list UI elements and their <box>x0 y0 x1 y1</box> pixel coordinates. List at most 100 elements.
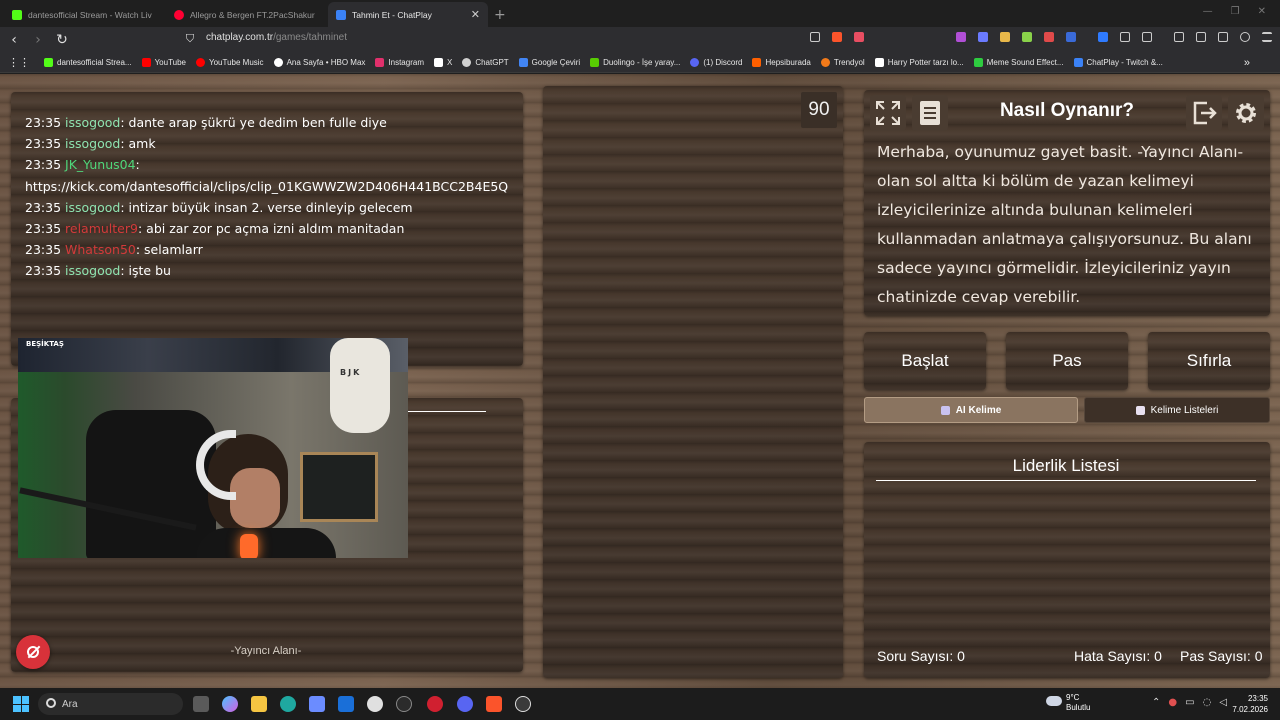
brave-shield-icon[interactable] <box>832 32 842 42</box>
bookmark-hepsiburada[interactable]: Hepsiburada <box>752 58 811 67</box>
task-view-icon[interactable] <box>193 696 209 712</box>
vpn-icon[interactable] <box>1240 32 1250 42</box>
maximize-icon[interactable]: ❐ <box>1231 6 1240 17</box>
store-icon[interactable] <box>309 696 325 712</box>
bookmark-youtube[interactable]: YouTube <box>141 58 186 67</box>
bookmark-icon[interactable]: ⛉ <box>180 32 200 46</box>
question-count: Soru Sayısı: 0 <box>877 648 965 664</box>
chat-username[interactable]: Whatson50 <box>65 242 136 257</box>
address-bar: ‹ › ↻ ⛉ chatplay.com.tr/games/tahminet <box>0 27 1280 53</box>
new-tab-button[interactable]: + <box>494 7 506 23</box>
extension-icon[interactable] <box>1120 32 1130 42</box>
microphone-icon[interactable]: ● <box>1168 697 1177 708</box>
google-translate-icon <box>518 58 528 67</box>
bookmark-kick[interactable]: dantesofficial Strea... <box>44 58 132 67</box>
clock-time: 23:35 <box>1247 694 1268 703</box>
network-icon[interactable]: ◌ <box>1203 697 1212 708</box>
url-field[interactable]: chatplay.com.tr/games/tahminet <box>206 32 347 43</box>
leaderboard-panel <box>864 442 1270 678</box>
brave-rewards-icon[interactable] <box>854 32 864 42</box>
brave-browser-icon[interactable] <box>486 696 502 712</box>
bookmark-label: Duolingo - İşe yaray... <box>603 58 681 67</box>
chat-link[interactable]: https://kick.com/dantesofficial/clips/cl… <box>25 179 508 194</box>
extension-icon[interactable] <box>1022 32 1032 42</box>
edge-icon[interactable] <box>280 696 296 712</box>
pass-button[interactable]: Pas <box>1006 332 1128 390</box>
bookmark-hbo[interactable]: Ana Sayfa • HBO Max <box>273 58 365 67</box>
chat-username[interactable]: issogood <box>65 200 120 215</box>
extension-icon[interactable] <box>1044 32 1054 42</box>
extension-icon[interactable] <box>1098 32 1108 42</box>
chatgpt-icon <box>462 58 472 67</box>
volume-icon[interactable]: ◁ <box>1219 697 1227 708</box>
browser-tab-kick[interactable]: dantesofficial Stream - Watch Liv <box>4 2 166 27</box>
search-icon <box>46 698 56 708</box>
webcam-streamer-body <box>196 528 336 558</box>
word-lists-button[interactable]: Kelime Listeleri <box>1084 397 1270 423</box>
minimize-icon[interactable]: — <box>1203 6 1213 17</box>
bookmark-label: Google Çeviri <box>531 58 581 67</box>
bookmark-chatgpt[interactable]: ChatGPT <box>462 58 509 67</box>
extension-icon[interactable] <box>978 32 988 42</box>
sidebar-icon[interactable] <box>1196 32 1206 42</box>
steam-icon[interactable] <box>367 696 383 712</box>
chat-username[interactable]: issogood <box>65 263 120 278</box>
bookmark-x[interactable]: X <box>433 58 452 67</box>
extension-icon[interactable] <box>1142 32 1152 42</box>
close-tab-icon[interactable]: ✕ <box>471 8 480 21</box>
discord-icon[interactable] <box>457 696 473 712</box>
countdown-timer: 90 <box>801 92 837 128</box>
windows-start-icon[interactable] <box>13 696 29 712</box>
taskbar-search[interactable]: Ara <box>38 693 183 715</box>
forward-icon[interactable]: › <box>28 32 48 48</box>
bookmark-discord[interactable]: (1) Discord <box>690 58 742 67</box>
chat-time: 23:35 <box>25 157 62 173</box>
bookmark-trendyol[interactable]: Trendyol <box>820 58 865 67</box>
ai-word-button[interactable]: AI Kelime <box>864 397 1078 423</box>
menu-icon[interactable] <box>1262 32 1272 42</box>
extension-icon[interactable] <box>956 32 966 42</box>
browser-tab-chatplay[interactable]: Tahmin Et - ChatPlay ✕ <box>328 2 488 27</box>
exit-button[interactable] <box>1186 95 1222 131</box>
game-icon[interactable] <box>427 696 443 712</box>
bookmark-label: YouTube <box>154 58 186 67</box>
bookmark-youtube-music[interactable]: YouTube Music <box>196 58 264 67</box>
music-icon[interactable] <box>1174 32 1184 42</box>
bookmark-google-translate[interactable]: Google Çeviri <box>518 58 581 67</box>
chat-username[interactable]: issogood <box>65 115 120 130</box>
settings-button[interactable] <box>1228 95 1264 131</box>
outlook-icon[interactable] <box>338 696 354 712</box>
bookmark-harry-potter[interactable]: Harry Potter tarzı lo... <box>874 58 964 67</box>
wallet-icon[interactable] <box>1218 32 1228 42</box>
reset-button[interactable]: Sıfırla <box>1148 332 1270 390</box>
chat-username[interactable]: JK_Yunus04 <box>65 157 136 172</box>
bookmark-meme-sound[interactable]: Meme Sound Effect... <box>973 58 1064 67</box>
chat-time: 23:35 <box>25 115 62 130</box>
bookmark-duolingo[interactable]: Duolingo - İşe yaray... <box>590 58 680 67</box>
weather-widget[interactable]: 9°C Bulutlu <box>1046 693 1090 713</box>
start-button[interactable]: Başlat <box>864 332 986 390</box>
extension-icon[interactable] <box>1066 32 1076 42</box>
taskbar-clock[interactable]: 23:35 7.02.2026 <box>1232 693 1268 715</box>
browser-tab-youtube-music[interactable]: Allegro & Bergen FT.2PacShakur <box>166 2 328 27</box>
more-bookmarks-icon[interactable]: » <box>1244 57 1250 69</box>
close-window-icon[interactable]: ✕ <box>1258 6 1266 17</box>
reload-icon[interactable]: ↻ <box>52 32 72 48</box>
extension-icon[interactable] <box>1000 32 1010 42</box>
fullscreen-button[interactable] <box>870 95 906 131</box>
obs-icon[interactable] <box>515 696 531 712</box>
tray-chevron-icon[interactable]: ⌃ <box>1152 697 1160 708</box>
chat-username[interactable]: relamulter9 <box>65 221 138 236</box>
bookmark-chatplay[interactable]: ChatPlay - Twitch &... <box>1073 58 1163 67</box>
brave-taskbar-icon[interactable] <box>396 696 412 712</box>
hide-button[interactable] <box>16 635 50 669</box>
copilot-icon[interactable] <box>222 696 238 712</box>
file-explorer-icon[interactable] <box>251 696 267 712</box>
bookmark-instagram[interactable]: Instagram <box>375 58 424 67</box>
chat-username[interactable]: issogood <box>65 136 120 151</box>
apps-icon[interactable]: ⋮⋮ <box>8 56 30 69</box>
share-icon[interactable] <box>810 32 820 42</box>
display-icon[interactable]: ▭ <box>1185 697 1194 708</box>
center-panel <box>543 86 843 678</box>
back-icon[interactable]: ‹ <box>4 32 24 48</box>
